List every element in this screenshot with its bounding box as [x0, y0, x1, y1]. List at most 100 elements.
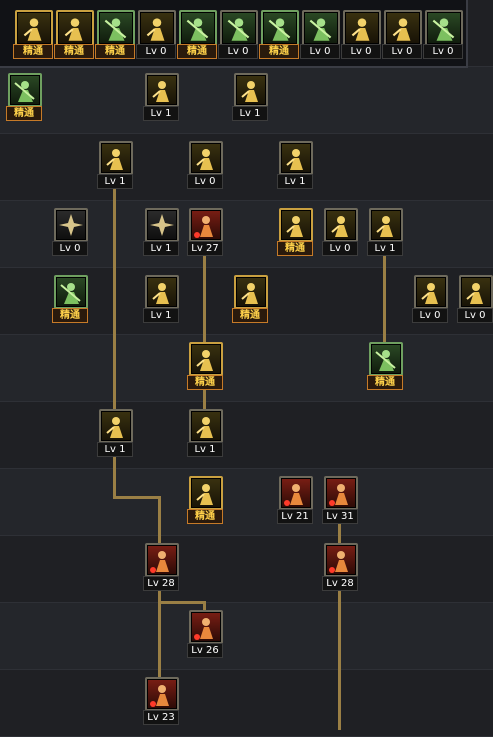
target-icon[interactable]	[179, 10, 217, 46]
whirl-green-icon[interactable]	[369, 342, 403, 376]
strike-green-icon[interactable]	[425, 10, 463, 46]
skill-node[interactable]: Lv 21	[275, 476, 321, 524]
target-small-icon[interactable]	[220, 10, 258, 46]
claw-icon[interactable]	[145, 208, 179, 242]
sprint-icon[interactable]	[279, 208, 313, 242]
wing-icon[interactable]	[138, 10, 176, 46]
eye-icon[interactable]	[343, 10, 381, 46]
skill-node[interactable]: Lv 1	[185, 409, 231, 457]
mastery-badge: 精通	[6, 106, 42, 121]
skill-level-label: Lv 28	[143, 576, 179, 591]
skill-node[interactable]: Lv 27	[185, 208, 231, 256]
skill-node[interactable]: Lv 1	[141, 208, 187, 256]
crescent-icon[interactable]	[459, 275, 493, 309]
skill-node[interactable]: 精通	[230, 275, 276, 323]
skill-node[interactable]: Lv 0	[320, 208, 366, 256]
skill-node[interactable]: Lv 0	[455, 275, 493, 323]
skill-level-label: Lv 1	[187, 442, 223, 457]
skill-node[interactable]: Lv 23	[141, 677, 187, 725]
fall-red-icon[interactable]	[145, 677, 179, 711]
rush-icon[interactable]	[369, 208, 403, 242]
flip-red-icon[interactable]	[324, 476, 358, 510]
skill-node[interactable]: Lv 28	[320, 543, 366, 591]
toolbar-skill-slot[interactable]: Lv 0	[382, 10, 424, 60]
skill-node[interactable]: Lv 1	[95, 141, 141, 189]
toolbar-skill-slot[interactable]: Lv 0	[423, 10, 465, 60]
skill-level-label: Lv 31	[322, 509, 358, 524]
skill-node[interactable]: Lv 1	[141, 73, 187, 121]
toolbar-skill-slot[interactable]: Lv 0	[341, 10, 383, 60]
muscle-icon[interactable]	[189, 208, 223, 242]
power-icon[interactable]	[384, 10, 422, 46]
slash-icon[interactable]	[145, 73, 179, 107]
skill-level-label: Lv 0	[341, 44, 381, 59]
drop-icon[interactable]	[99, 409, 133, 443]
shield-green-icon[interactable]	[8, 73, 42, 107]
skill-node[interactable]: 精通	[275, 208, 321, 256]
skill-node[interactable]: 精通	[185, 476, 231, 524]
skill-node[interactable]: 精通	[185, 342, 231, 390]
skill-level-label: Lv 1	[143, 241, 179, 256]
body-icon[interactable]	[189, 141, 223, 175]
head-icon[interactable]	[302, 10, 340, 46]
skill-node[interactable]: Lv 1	[141, 275, 187, 323]
skill-level-label: Lv 21	[277, 509, 313, 524]
skill-node[interactable]: 精通	[4, 73, 50, 121]
skill-level-label: Lv 27	[187, 241, 223, 256]
dash-icon[interactable]	[234, 73, 268, 107]
skill-node[interactable]: Lv 1	[275, 141, 321, 189]
crouch-icon[interactable]	[15, 10, 53, 46]
skill-node[interactable]: Lv 26	[185, 610, 231, 658]
skill-node[interactable]: Lv 1	[95, 409, 141, 457]
skill-node[interactable]: 精通	[365, 342, 411, 390]
fighter-red-icon[interactable]	[279, 476, 313, 510]
punch-icon[interactable]	[145, 275, 179, 309]
skill-level-label: Lv 1	[97, 442, 133, 457]
blast-icon[interactable]	[189, 476, 223, 510]
run-green-icon[interactable]	[97, 10, 135, 46]
toolbar-skill-slot[interactable]: 精通	[177, 10, 219, 60]
mastery-badge: 精通	[367, 375, 403, 390]
lift-icon[interactable]	[56, 10, 94, 46]
flex-icon[interactable]	[189, 342, 223, 376]
skill-node[interactable]: 精通	[50, 275, 96, 323]
climb-icon[interactable]	[324, 208, 358, 242]
toolbar-skill-slot[interactable]: 精通	[13, 10, 55, 60]
mastery-badge: 精通	[187, 509, 223, 524]
skill-node[interactable]: Lv 1	[230, 73, 276, 121]
stance-icon[interactable]	[189, 409, 223, 443]
skill-level-label: Lv 1	[143, 308, 179, 323]
skill-level-label: Lv 1	[232, 106, 268, 121]
mastery-badge: 精通	[13, 44, 53, 59]
toolbar-skill-slot[interactable]: Lv 0	[300, 10, 342, 60]
split-icon[interactable]	[234, 275, 268, 309]
skill-node[interactable]: Lv 0	[410, 275, 456, 323]
zigzag-red-icon[interactable]	[189, 610, 223, 644]
skill-level-label: Lv 0	[412, 308, 448, 323]
burst-icon[interactable]	[279, 141, 313, 175]
mastery-badge: 精通	[277, 241, 313, 256]
kick-red-icon[interactable]	[145, 543, 179, 577]
skill-node[interactable]: Lv 0	[50, 208, 96, 256]
toolbar-skill-slot[interactable]: 精通	[54, 10, 96, 60]
skill-node[interactable]: Lv 0	[185, 141, 231, 189]
skill-node[interactable]: Lv 28	[141, 543, 187, 591]
kick-icon[interactable]	[99, 141, 133, 175]
toolbar-skill-slot[interactable]: Lv 0	[218, 10, 260, 60]
skill-level-label: Lv 1	[143, 106, 179, 121]
mastery-badge: 精通	[187, 375, 223, 390]
fire-icon[interactable]	[414, 275, 448, 309]
mastery-badge: 精通	[177, 44, 217, 59]
strike-red-icon[interactable]	[324, 543, 358, 577]
mastery-badge: 精通	[232, 308, 268, 323]
mastery-badge: 精通	[259, 44, 299, 59]
skill-node[interactable]: Lv 1	[365, 208, 411, 256]
guard-green-icon[interactable]	[54, 275, 88, 309]
skill-node[interactable]: Lv 31	[320, 476, 366, 524]
shout-icon[interactable]	[261, 10, 299, 46]
toolbar-skill-slot[interactable]: 精通	[95, 10, 137, 60]
toolbar-skill-slot[interactable]: Lv 0	[136, 10, 178, 60]
spark-icon[interactable]	[54, 208, 88, 242]
skill-level-label: Lv 0	[423, 44, 463, 59]
toolbar-skill-slot[interactable]: 精通	[259, 10, 301, 60]
